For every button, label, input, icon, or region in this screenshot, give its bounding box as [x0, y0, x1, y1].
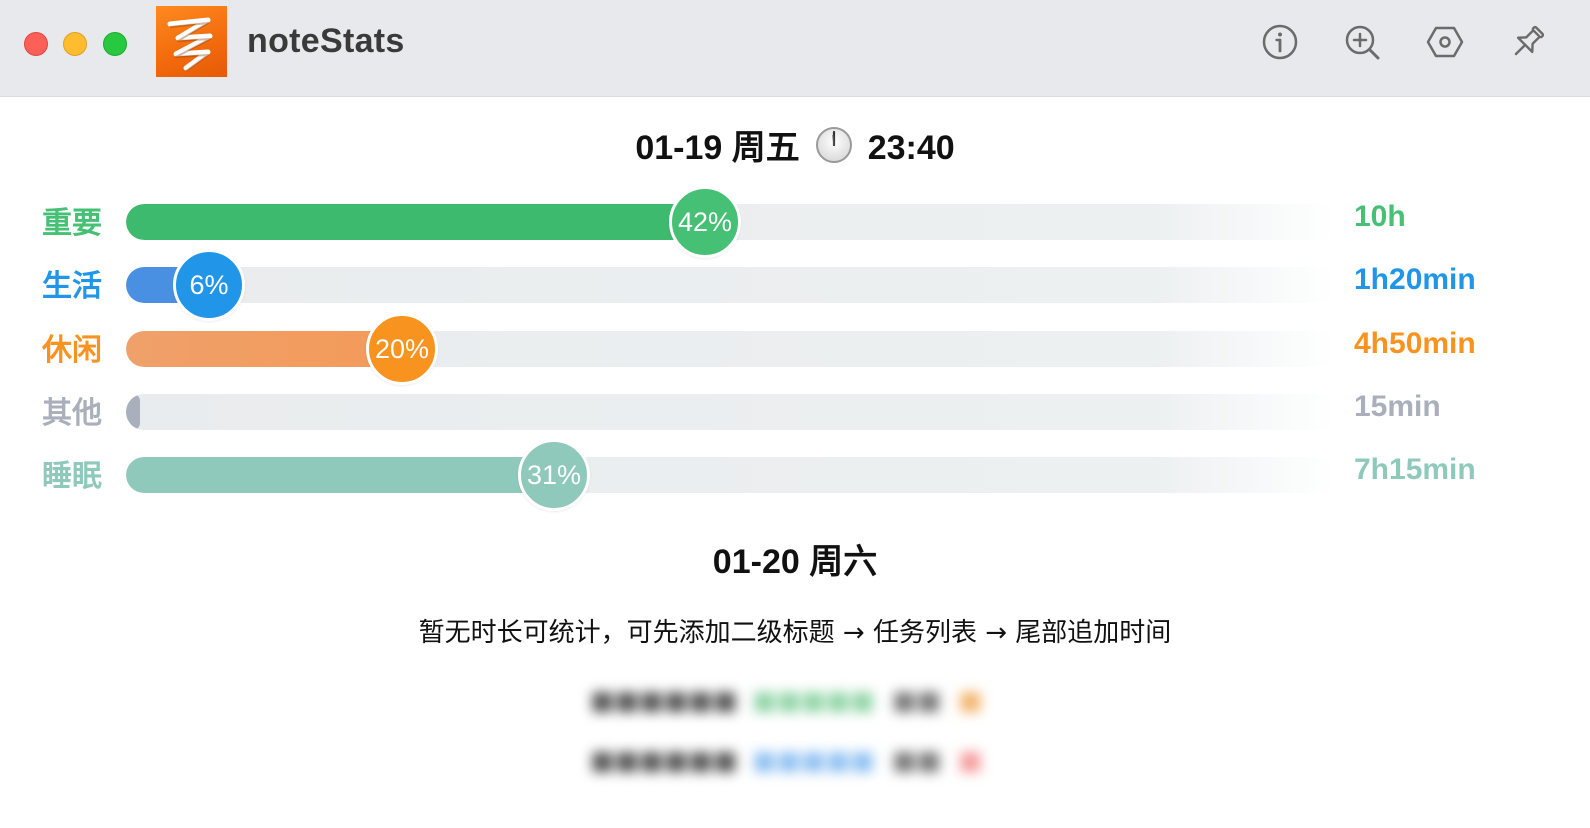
info-icon[interactable] — [1260, 22, 1300, 62]
category-name: 休闲 — [42, 333, 102, 368]
duration-label: 7h15min — [1354, 453, 1476, 486]
percent-badge: 31% — [518, 439, 590, 511]
empty-state-message: 暂无时长可统计，可先添加二级标题 → 任务列表 → 尾部追加时间 — [418, 618, 1172, 648]
minimize-window-button[interactable] — [63, 32, 87, 56]
clock-icon — [814, 125, 854, 165]
progress-fill — [126, 204, 705, 240]
category-name: 重要 — [42, 206, 102, 241]
category-row: 休闲 20% 4h50min — [0, 311, 1590, 385]
settings-icon[interactable] — [1425, 22, 1465, 62]
progress-track — [126, 457, 1336, 493]
date-label: 01-20 周六 — [712, 543, 878, 581]
duration-label: 10h — [1354, 200, 1406, 233]
progress-fill — [126, 331, 402, 367]
close-window-button[interactable] — [24, 32, 48, 56]
zoom-in-icon[interactable] — [1342, 22, 1382, 62]
duration-label: 15min — [1354, 390, 1441, 423]
time-label: 23:40 — [867, 129, 955, 167]
category-row: 生活 6% 1h20min — [0, 247, 1590, 321]
progress-fill — [126, 394, 140, 430]
progress-fill — [126, 457, 554, 493]
zoom-window-button[interactable] — [103, 32, 127, 56]
category-row: 重要 42% 10h — [0, 184, 1590, 258]
category-row: 睡眠 31% 7h15min — [0, 437, 1590, 511]
pin-icon[interactable] — [1508, 22, 1548, 62]
date-label: 01-19 周五 — [635, 129, 800, 167]
app-title: noteStats — [247, 22, 405, 60]
app-logo-icon — [156, 6, 227, 77]
progress-track — [126, 267, 1336, 303]
duration-label: 1h20min — [1354, 263, 1476, 296]
day-heading: 01-20 周六 — [0, 534, 1590, 583]
category-row: 其他 15min — [0, 374, 1590, 434]
duration-label: 4h50min — [1354, 327, 1476, 360]
category-name: 睡眠 — [42, 459, 102, 494]
category-name: 生活 — [42, 269, 102, 304]
category-name: 其他 — [42, 396, 102, 431]
day-heading: 01-19 周五 23:40 — [0, 120, 1590, 169]
progress-track — [126, 331, 1336, 367]
title-bar: noteStats — [0, 0, 1590, 97]
progress-track — [126, 394, 1336, 430]
